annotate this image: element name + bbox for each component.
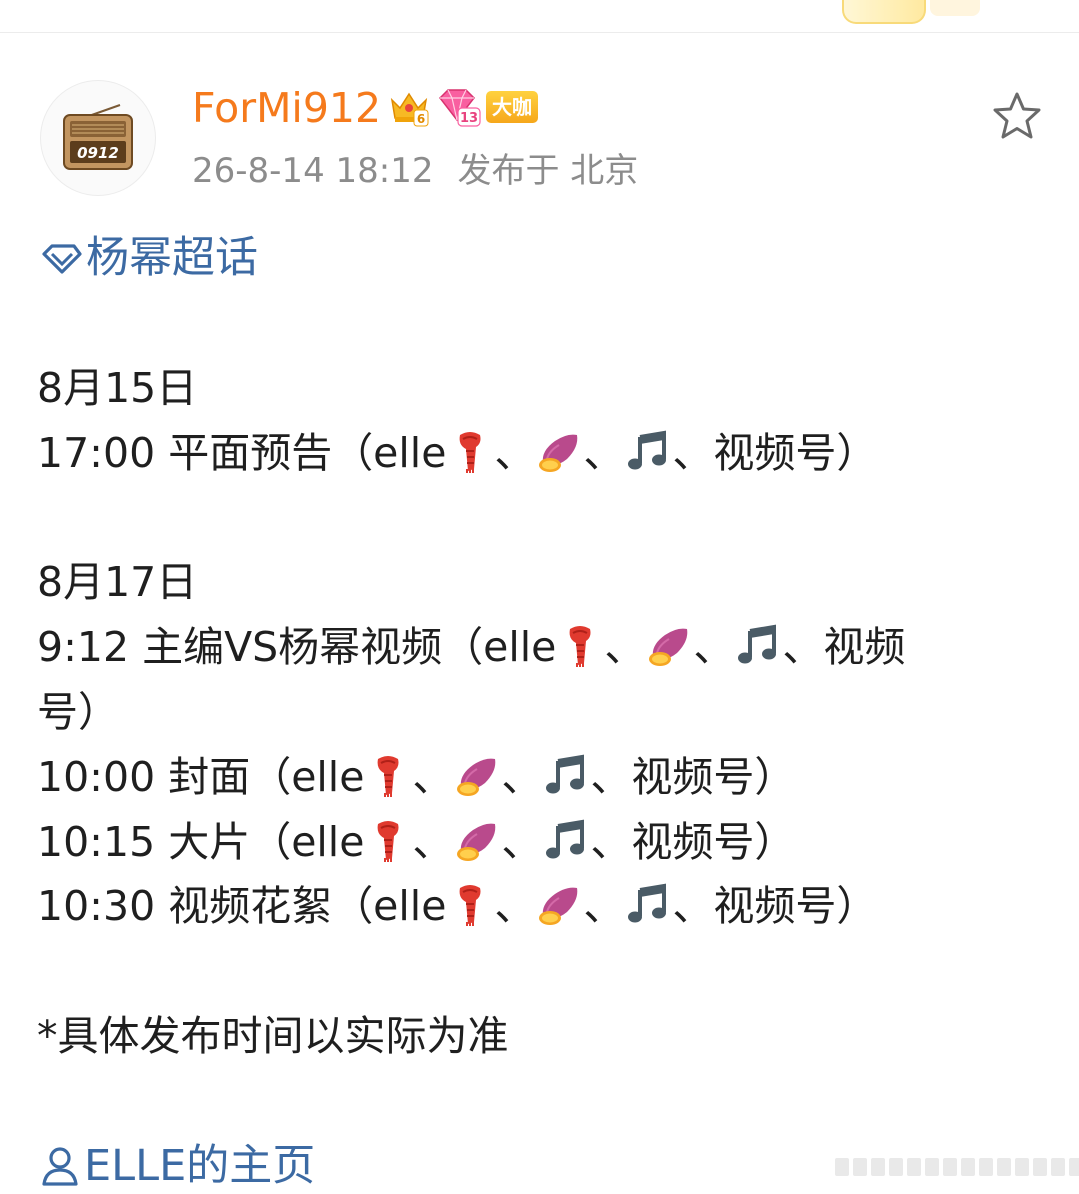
musical-note-emoji xyxy=(544,818,588,862)
supertopic-link[interactable]: 杨幂超话 xyxy=(38,230,258,286)
musical-note-emoji xyxy=(626,882,670,926)
top-decoration xyxy=(842,0,926,24)
post-location: 发布于 北京 xyxy=(457,151,639,191)
vip-tag: 大咖 xyxy=(486,91,538,123)
schedule-text-end: 、视频号） xyxy=(672,882,878,931)
username[interactable]: ForMi912 xyxy=(192,80,381,136)
sweet-potato-emoji xyxy=(455,818,499,862)
separator: 、 xyxy=(501,752,543,801)
disclaimer-note: *具体发布时间以实际为准 xyxy=(37,1011,509,1060)
schedule-text-end: 、视频 xyxy=(782,623,906,672)
separator: 、 xyxy=(412,752,454,801)
schedule-text: 10:30 视频花絮（elle xyxy=(37,882,447,931)
schedule-text: 9:12 主编VS杨幂视频（elle xyxy=(37,623,557,672)
top-decoration-secondary xyxy=(930,0,980,16)
watermark-bars xyxy=(835,1158,1079,1176)
post-date: 26-8-14 18:12 xyxy=(192,151,434,191)
homepage-link[interactable]: ELLE的主页 xyxy=(38,1138,315,1194)
scarf-emoji xyxy=(558,623,602,667)
schedule-line: 10:00 封面（elle、、、视频号） xyxy=(37,745,1047,810)
separator: 、 xyxy=(494,882,536,931)
schedule-text-end: 、视频号） xyxy=(590,817,796,866)
person-icon xyxy=(42,1147,78,1186)
schedule-text: 17:00 平面预告（elle xyxy=(37,428,447,477)
schedule-text: 10:15 大片（elle xyxy=(37,817,365,866)
schedule-line: 9:12 主编VS杨幂视频（elle、、、视频 xyxy=(37,615,1047,680)
svg-text:0912: 0912 xyxy=(77,144,119,162)
separator: 、 xyxy=(583,882,625,931)
avatar[interactable]: 0912 xyxy=(40,80,156,196)
supertopic-label: 杨幂超话 xyxy=(86,233,258,283)
sweet-potato-emoji xyxy=(455,753,499,797)
post-meta: 26-8-14 18:12 发布于 北京 xyxy=(192,148,638,194)
schedule-line: 10:15 大片（elle、、、视频号） xyxy=(37,810,1047,875)
musical-note-emoji xyxy=(736,623,780,667)
scarf-emoji xyxy=(366,818,410,862)
schedule-text: 10:00 封面（elle xyxy=(37,752,365,801)
radio-icon: 0912 xyxy=(63,104,133,170)
svg-text:13: 13 xyxy=(460,111,478,126)
schedule-text-end: 、视频号） xyxy=(672,428,878,477)
supertopic-diamond-icon xyxy=(42,244,82,274)
star-outline-icon[interactable] xyxy=(990,90,1044,144)
schedule-date: 8月15日 xyxy=(37,364,198,412)
sweet-potato-emoji xyxy=(647,623,691,667)
separator: 、 xyxy=(604,623,646,672)
homepage-label: ELLE的主页 xyxy=(84,1141,316,1191)
sweet-potato-emoji xyxy=(537,882,581,926)
separator: 、 xyxy=(583,428,625,477)
schedule-line: 17:00 平面预告（elle、、、视频号） xyxy=(37,421,1047,486)
separator: 、 xyxy=(501,817,543,866)
gem-level-badge[interactable]: 13 xyxy=(436,86,481,128)
svg-text:6: 6 xyxy=(417,112,425,126)
schedule-line: 10:30 视频花絮（elle、、、视频号） xyxy=(37,874,1047,939)
separator: 、 xyxy=(693,623,735,672)
post-content: 8月15日 17:00 平面预告（elle、、、视频号） 8月17日 9:12 … xyxy=(37,356,1047,1069)
schedule-text-end: 、视频号） xyxy=(590,752,796,801)
schedule-date: 8月17日 xyxy=(37,558,198,607)
separator: 、 xyxy=(494,428,536,477)
sweet-potato-emoji xyxy=(537,429,581,473)
schedule-line-wrap: 号） xyxy=(37,687,119,736)
crown-level-badge[interactable]: 6 xyxy=(388,86,430,128)
user-badges: 6 13 大咖 xyxy=(388,86,538,128)
scarf-emoji xyxy=(448,882,492,926)
musical-note-emoji xyxy=(626,429,670,473)
separator: 、 xyxy=(412,817,454,866)
musical-note-emoji xyxy=(544,753,588,797)
scarf-emoji xyxy=(448,429,492,473)
scarf-emoji xyxy=(366,753,410,797)
